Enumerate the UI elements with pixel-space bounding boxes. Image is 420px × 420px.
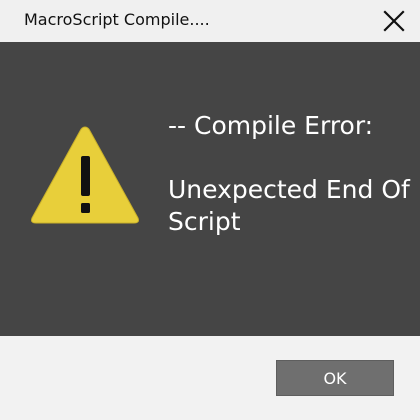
close-button[interactable] <box>376 2 412 40</box>
message-panel: -- Compile Error: Unexpected End Of Scri… <box>0 42 420 336</box>
close-icon <box>383 10 405 32</box>
error-body: Unexpected End Of Script <box>168 175 410 236</box>
error-heading: -- Compile Error: <box>168 111 374 140</box>
title-bar: MacroScript Compile.... <box>0 0 420 42</box>
window-title: MacroScript Compile.... <box>24 10 210 29</box>
error-message: -- Compile Error: Unexpected End Of Scri… <box>168 110 413 238</box>
warning-icon <box>31 126 139 224</box>
compile-error-dialog: MacroScript Compile.... -- Compile Error… <box>0 0 420 420</box>
dialog-footer: OK <box>0 336 420 420</box>
ok-button[interactable]: OK <box>276 360 394 396</box>
